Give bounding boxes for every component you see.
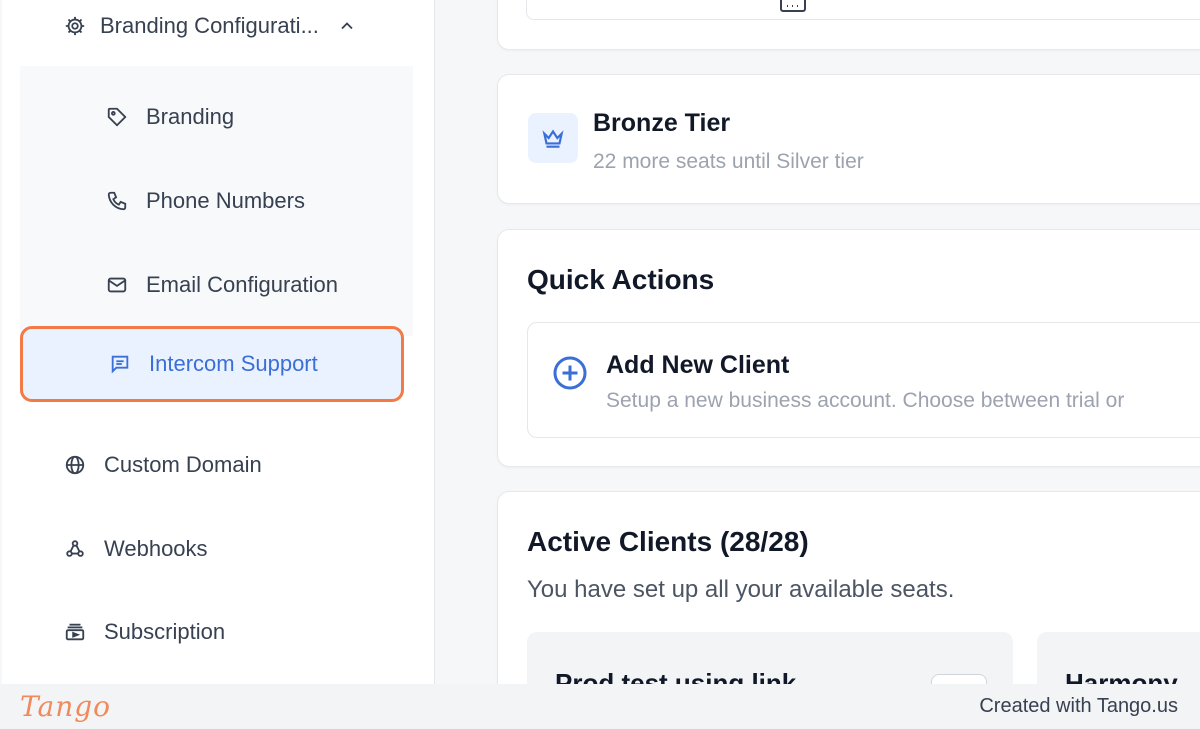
sidebar-item-label: Branding [146, 104, 235, 129]
gear-icon [65, 16, 85, 36]
mail-icon [107, 277, 127, 293]
globe-icon [65, 455, 85, 475]
sidebar-item-custom-domain[interactable]: Custom Domain [64, 448, 262, 482]
tier-subtitle: 22 more seats until Silver tier [593, 150, 864, 173]
sidebar-item-email-configuration[interactable]: Email Configuration [106, 268, 338, 302]
quick-actions-card: Quick Actions Add New Client Setup a new… [497, 229, 1200, 467]
client-menu-button[interactable] [931, 674, 987, 684]
sidebar-item-intercom-support[interactable]: Intercom Support [20, 326, 404, 402]
sidebar-group-label: Branding Configurati... [100, 13, 319, 38]
subscription-icon [65, 623, 85, 641]
quick-actions-title: Quick Actions [527, 264, 715, 295]
app-frame: Branding Configurati... Branding Phone N… [0, 0, 1200, 684]
webhook-icon [66, 540, 84, 557]
calendar-icon [780, 0, 806, 12]
tango-logo: Tango [20, 690, 112, 723]
client-card[interactable]: Prod test using link [527, 632, 1013, 684]
chat-icon [111, 355, 129, 374]
footer-credit: Created with Tango.us [979, 695, 1178, 717]
client-name: Harmony [1065, 668, 1178, 684]
sidebar-item-label: Phone Numbers [146, 188, 305, 213]
phone-icon [107, 191, 127, 211]
active-clients-title: Active Clients (28/28) [527, 526, 809, 557]
crown-icon [542, 129, 564, 148]
chevron-up-icon[interactable] [337, 16, 357, 36]
sidebar-item-subscription[interactable]: Subscription [64, 615, 225, 649]
client-name: Prod test using link [555, 668, 797, 684]
add-new-client-description: Setup a new business account. Choose bet… [606, 389, 1125, 412]
add-new-client-action[interactable]: Add New Client Setup a new business acco… [527, 322, 1200, 438]
tier-badge [528, 113, 578, 163]
sidebar-group-branding-configuration[interactable]: Branding Configurati... [64, 6, 357, 46]
sidebar-item-label: Subscription [104, 619, 226, 644]
tag-icon [107, 107, 127, 127]
sidebar-item-label: Intercom Support [149, 351, 318, 376]
sidebar-item-label: Custom Domain [104, 452, 262, 477]
tango-footer: Tango Created with Tango.us [0, 684, 1200, 729]
add-new-client-title: Add New Client [606, 351, 790, 379]
sidebar-item-webhooks[interactable]: Webhooks [64, 532, 208, 566]
tier-title: Bronze Tier [593, 109, 731, 137]
sidebar-item-label: Email Configuration [146, 272, 338, 297]
sidebar-item-phone-numbers[interactable]: Phone Numbers [106, 184, 305, 218]
active-clients-card: Active Clients (28/28) You have set up a… [497, 491, 1200, 684]
sidebar-item-branding[interactable]: Branding [106, 100, 234, 134]
sidebar-item-label: Webhooks [104, 536, 208, 561]
top-field[interactable] [526, 0, 1200, 20]
plus-circle-icon [553, 356, 587, 390]
tier-card: Bronze Tier 22 more seats until Silver t… [497, 74, 1200, 204]
client-card[interactable]: Harmony [1037, 632, 1200, 684]
top-card [497, 0, 1200, 50]
active-clients-subtitle: You have set up all your available seats… [527, 576, 955, 603]
sidebar: Branding Configurati... Branding Phone N… [2, 0, 435, 684]
